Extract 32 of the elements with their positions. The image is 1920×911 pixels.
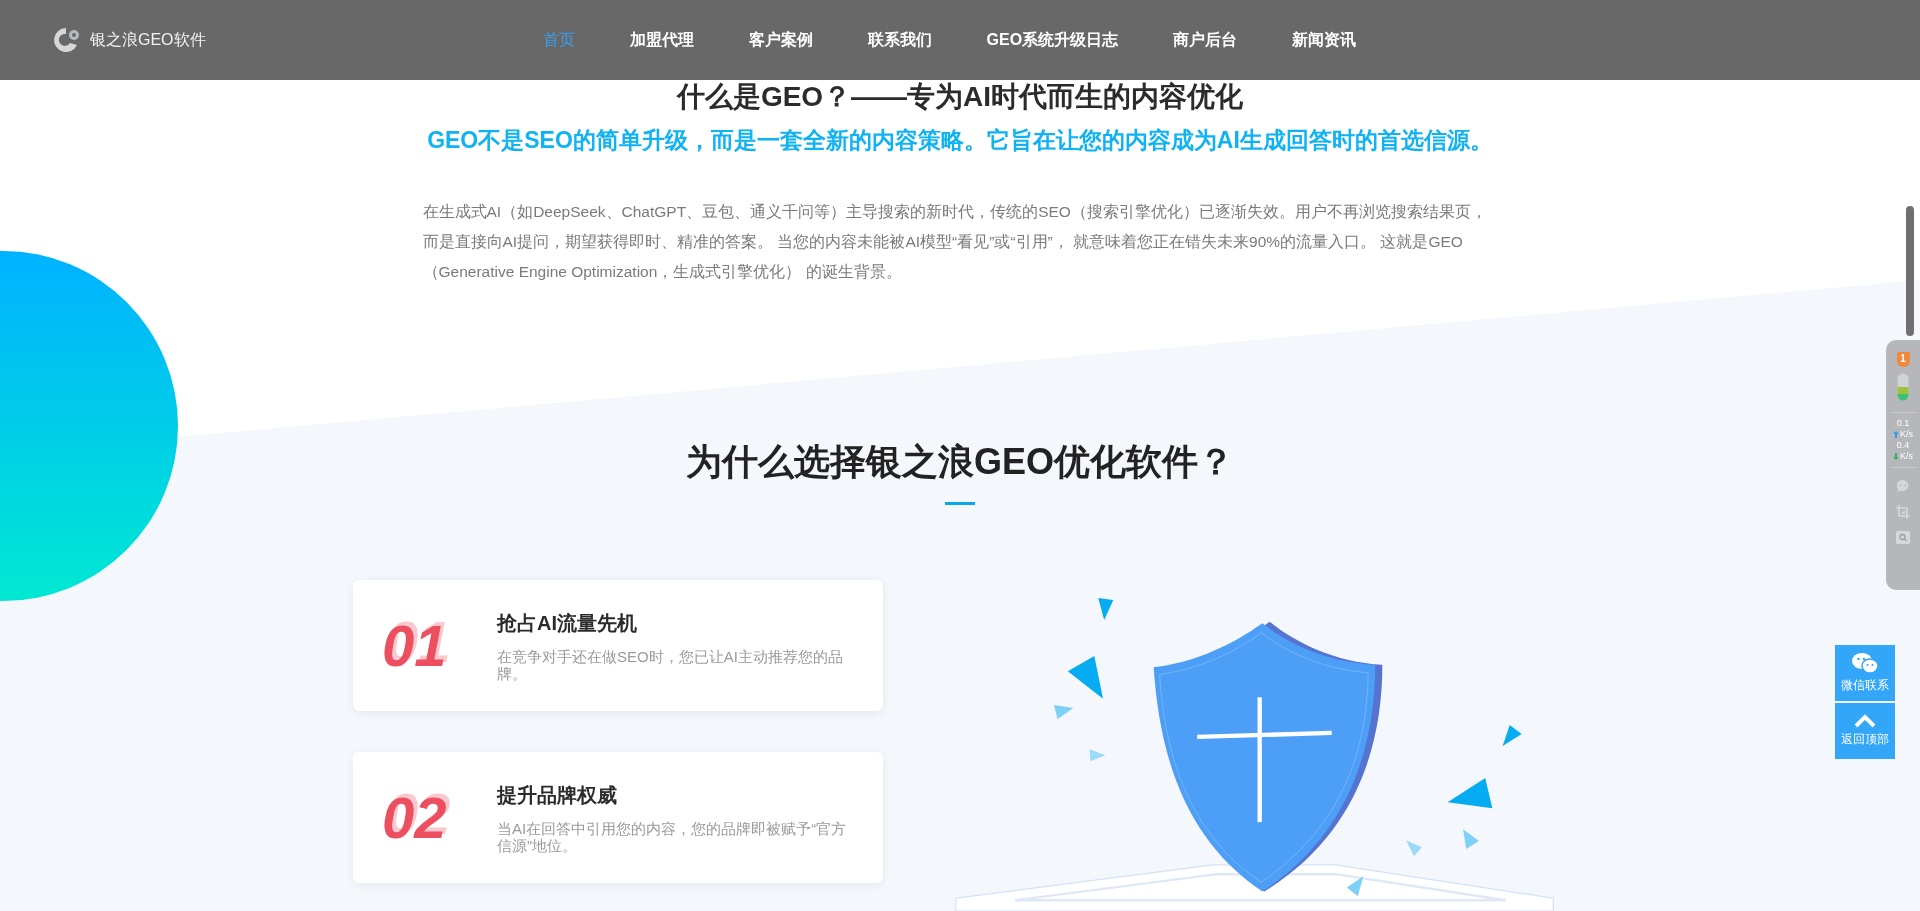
level-badge: 1 [1896, 352, 1910, 367]
section-title: 为什么选择银之浪GEO优化软件？ [686, 440, 1234, 484]
feature-description: 当AI在回答中引用您的内容，您的品牌即被赋予“官方信源”地位。 [497, 819, 848, 854]
feature-title: 提升品牌权威 [497, 782, 618, 808]
chevron-up-icon [1854, 714, 1876, 728]
title-underline [945, 502, 975, 505]
nav-link[interactable]: 商户后台 [1173, 29, 1238, 51]
nav-link[interactable]: 新闻资讯 [1292, 29, 1357, 51]
chat-icon[interactable] [1896, 479, 1910, 493]
section-title: 什么是GEO？——专为AI时代而生的内容优化 [676, 80, 1244, 114]
intro-paragraph: 在生成式AI（如DeepSeek、ChatGPT、豆包、通义千问等）主导搜索的新时代，传统的SEO（搜索引擎优化）已逐渐失效。用户不再浏览搜索结果页，而是直接向AI提问，期望获得即时、精准的答案。 当您的内容未能被AI模型“看见”或“引用”， 就意味着您正在错失未来90%的流量入口。 这就是GEO（Generative Engine Optimization，生成式引擎优化） 的诞生背景。 [422, 202, 1488, 282]
search-icon[interactable] [1896, 531, 1910, 544]
arrow-up-icon [1893, 431, 1899, 438]
chat-bubbles-icon [1851, 652, 1879, 674]
logo-text[interactable]: 银之浪GEO软件 [90, 29, 206, 51]
nav-link[interactable]: 客户案例 [748, 29, 813, 51]
arrow-down-icon [1893, 453, 1899, 460]
rate-unit: K/s [1900, 451, 1913, 462]
feature-title: 抢占AI流量先机 [497, 610, 638, 636]
nav-link[interactable]: 联系我们 [867, 29, 932, 51]
upload-rate: 0.1 [1896, 418, 1910, 429]
nav-link[interactable]: 加盟代理 [629, 29, 694, 51]
feature-description: 在竞争对手还在做SEO时，您已让AI主动推荐您的品牌。 [497, 647, 844, 682]
nav-link[interactable]: GEO系统升级日志 [986, 29, 1119, 51]
feature-number: 02 [382, 784, 448, 851]
section-subtitle: GEO不是SEO的简单升级，而是一套全新的内容策略。它旨在让您的内容成为AI生成回答时的首选信源。 [427, 126, 1493, 155]
pill-gauge-icon [1897, 373, 1909, 401]
scrollbar-thumb[interactable] [1906, 206, 1914, 336]
download-rate: 0.4 [1896, 440, 1910, 451]
crop-icon[interactable] [1896, 505, 1910, 519]
rate-unit: K/s [1900, 429, 1913, 440]
feature-number: 01 [382, 612, 448, 679]
